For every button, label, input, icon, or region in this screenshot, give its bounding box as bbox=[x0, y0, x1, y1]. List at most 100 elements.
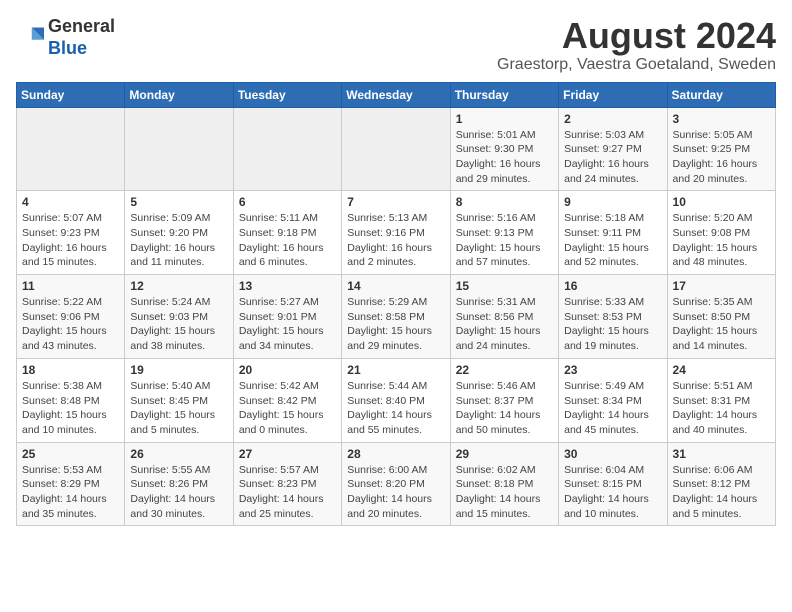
day-cell: 29 Sunrise: 6:02 AMSunset: 8:18 PMDayligh… bbox=[450, 442, 558, 526]
day-cell: 28 Sunrise: 6:00 AMSunset: 8:20 PMDayligh… bbox=[342, 442, 450, 526]
day-cell: 8 Sunrise: 5:16 AMSunset: 9:13 PMDaylight… bbox=[450, 191, 558, 275]
day-number: 9 bbox=[564, 195, 661, 209]
day-info: Sunrise: 5:42 AMSunset: 8:42 PMDaylight:… bbox=[239, 379, 336, 438]
header: General Blue August 2024 Graestorp, Vaes… bbox=[16, 16, 776, 74]
day-info: Sunrise: 5:07 AMSunset: 9:23 PMDaylight:… bbox=[22, 211, 119, 270]
day-cell bbox=[342, 107, 450, 191]
day-info: Sunrise: 5:44 AMSunset: 8:40 PMDaylight:… bbox=[347, 379, 444, 438]
day-cell: 6Sunrise: 5:11 AMSunset: 9:18 PMDaylight… bbox=[233, 191, 341, 275]
weekday-header-row: SundayMondayTuesdayWednesdayThursdayFrid… bbox=[17, 82, 776, 107]
day-info: Sunrise: 5:18 AMSunset: 9:11 PMDaylight:… bbox=[564, 211, 661, 270]
day-cell: 7 Sunrise: 5:13 AMSunset: 9:16 PMDaylight… bbox=[342, 191, 450, 275]
day-info: Sunrise: 5:13 AMSunset: 9:16 PMDaylight:… bbox=[347, 211, 444, 270]
weekday-header-wednesday: Wednesday bbox=[342, 82, 450, 107]
day-cell: 21 Sunrise: 5:44 AMSunset: 8:40 PMDayligh… bbox=[342, 358, 450, 442]
day-cell: 19 Sunrise: 5:40 AMSunset: 8:45 PMDayligh… bbox=[125, 358, 233, 442]
day-cell: 22 Sunrise: 5:46 AMSunset: 8:37 PMDayligh… bbox=[450, 358, 558, 442]
weekday-header-friday: Friday bbox=[559, 82, 667, 107]
day-info: Sunrise: 5:46 AMSunset: 8:37 PMDaylight:… bbox=[456, 379, 553, 438]
day-number: 13 bbox=[239, 279, 336, 293]
day-cell: 9 Sunrise: 5:18 AMSunset: 9:11 PMDaylight… bbox=[559, 191, 667, 275]
day-number: 15 bbox=[456, 279, 553, 293]
day-cell: 18Sunrise: 5:38 AMSunset: 8:48 PMDayligh… bbox=[17, 358, 125, 442]
day-number: 28 bbox=[347, 447, 444, 461]
day-number: 12 bbox=[130, 279, 227, 293]
day-info: Sunrise: 5:20 AMSunset: 9:08 PMDaylight:… bbox=[673, 211, 770, 270]
title-area: August 2024 Graestorp, Vaestra Goetaland… bbox=[497, 16, 776, 74]
weekday-header-tuesday: Tuesday bbox=[233, 82, 341, 107]
day-cell bbox=[17, 107, 125, 191]
day-info: Sunrise: 5:40 AMSunset: 8:45 PMDaylight:… bbox=[130, 379, 227, 438]
day-number: 10 bbox=[673, 195, 770, 209]
day-number: 1 bbox=[456, 112, 553, 126]
logo-icon bbox=[16, 24, 44, 52]
main-title: August 2024 bbox=[497, 16, 776, 56]
day-cell: 15Sunrise: 5:31 AMSunset: 8:56 PMDayligh… bbox=[450, 275, 558, 359]
day-cell: 12 Sunrise: 5:24 AMSunset: 9:03 PMDayligh… bbox=[125, 275, 233, 359]
day-info: Sunrise: 5:09 AMSunset: 9:20 PMDaylight:… bbox=[130, 211, 227, 270]
day-number: 22 bbox=[456, 363, 553, 377]
day-cell bbox=[233, 107, 341, 191]
day-info: Sunrise: 6:06 AMSunset: 8:12 PMDaylight:… bbox=[673, 463, 770, 522]
week-row-5: 25Sunrise: 5:53 AMSunset: 8:29 PMDayligh… bbox=[17, 442, 776, 526]
week-row-2: 4 Sunrise: 5:07 AMSunset: 9:23 PMDaylight… bbox=[17, 191, 776, 275]
day-info: Sunrise: 6:00 AMSunset: 8:20 PMDaylight:… bbox=[347, 463, 444, 522]
day-number: 19 bbox=[130, 363, 227, 377]
day-info: Sunrise: 5:55 AMSunset: 8:26 PMDaylight:… bbox=[130, 463, 227, 522]
day-number: 2 bbox=[564, 112, 661, 126]
day-cell: 16 Sunrise: 5:33 AMSunset: 8:53 PMDayligh… bbox=[559, 275, 667, 359]
day-number: 23 bbox=[564, 363, 661, 377]
day-info: Sunrise: 5:53 AMSunset: 8:29 PMDaylight:… bbox=[22, 463, 119, 522]
day-cell: 1 Sunrise: 5:01 AMSunset: 9:30 PMDaylight… bbox=[450, 107, 558, 191]
weekday-header-thursday: Thursday bbox=[450, 82, 558, 107]
day-number: 18 bbox=[22, 363, 119, 377]
day-number: 14 bbox=[347, 279, 444, 293]
day-cell bbox=[125, 107, 233, 191]
day-number: 7 bbox=[347, 195, 444, 209]
day-number: 16 bbox=[564, 279, 661, 293]
day-number: 21 bbox=[347, 363, 444, 377]
day-info: Sunrise: 5:51 AMSunset: 8:31 PMDaylight:… bbox=[673, 379, 770, 438]
day-cell: 14 Sunrise: 5:29 AMSunset: 8:58 PMDayligh… bbox=[342, 275, 450, 359]
day-cell: 31 Sunrise: 6:06 AMSunset: 8:12 PMDayligh… bbox=[667, 442, 775, 526]
day-number: 4 bbox=[22, 195, 119, 209]
day-info: Sunrise: 5:33 AMSunset: 8:53 PMDaylight:… bbox=[564, 295, 661, 354]
day-cell: 4 Sunrise: 5:07 AMSunset: 9:23 PMDaylight… bbox=[17, 191, 125, 275]
day-cell: 13Sunrise: 5:27 AMSunset: 9:01 PMDayligh… bbox=[233, 275, 341, 359]
day-number: 20 bbox=[239, 363, 336, 377]
day-cell: 10 Sunrise: 5:20 AMSunset: 9:08 PMDayligh… bbox=[667, 191, 775, 275]
day-number: 17 bbox=[673, 279, 770, 293]
weekday-header-sunday: Sunday bbox=[17, 82, 125, 107]
day-info: Sunrise: 5:03 AMSunset: 9:27 PMDaylight:… bbox=[564, 128, 661, 187]
day-cell: 17Sunrise: 5:35 AMSunset: 8:50 PMDayligh… bbox=[667, 275, 775, 359]
day-info: Sunrise: 5:24 AMSunset: 9:03 PMDaylight:… bbox=[130, 295, 227, 354]
calendar: SundayMondayTuesdayWednesdayThursdayFrid… bbox=[16, 82, 776, 527]
subtitle: Graestorp, Vaestra Goetaland, Sweden bbox=[497, 56, 776, 74]
day-info: Sunrise: 5:49 AMSunset: 8:34 PMDaylight:… bbox=[564, 379, 661, 438]
day-number: 30 bbox=[564, 447, 661, 461]
day-info: Sunrise: 6:02 AMSunset: 8:18 PMDaylight:… bbox=[456, 463, 553, 522]
week-row-3: 11Sunrise: 5:22 AMSunset: 9:06 PMDayligh… bbox=[17, 275, 776, 359]
day-info: Sunrise: 5:01 AMSunset: 9:30 PMDaylight:… bbox=[456, 128, 553, 187]
day-number: 31 bbox=[673, 447, 770, 461]
logo-text: General Blue bbox=[48, 16, 115, 59]
day-cell: 11Sunrise: 5:22 AMSunset: 9:06 PMDayligh… bbox=[17, 275, 125, 359]
day-info: Sunrise: 5:16 AMSunset: 9:13 PMDaylight:… bbox=[456, 211, 553, 270]
day-number: 8 bbox=[456, 195, 553, 209]
day-cell: 20 Sunrise: 5:42 AMSunset: 8:42 PMDayligh… bbox=[233, 358, 341, 442]
day-cell: 26 Sunrise: 5:55 AMSunset: 8:26 PMDayligh… bbox=[125, 442, 233, 526]
day-info: Sunrise: 6:04 AMSunset: 8:15 PMDaylight:… bbox=[564, 463, 661, 522]
week-row-1: 1 Sunrise: 5:01 AMSunset: 9:30 PMDaylight… bbox=[17, 107, 776, 191]
day-info: Sunrise: 5:29 AMSunset: 8:58 PMDaylight:… bbox=[347, 295, 444, 354]
day-cell: 25Sunrise: 5:53 AMSunset: 8:29 PMDayligh… bbox=[17, 442, 125, 526]
day-cell: 5Sunrise: 5:09 AMSunset: 9:20 PMDaylight… bbox=[125, 191, 233, 275]
day-cell: 30 Sunrise: 6:04 AMSunset: 8:15 PMDayligh… bbox=[559, 442, 667, 526]
day-info: Sunrise: 5:57 AMSunset: 8:23 PMDaylight:… bbox=[239, 463, 336, 522]
day-number: 26 bbox=[130, 447, 227, 461]
day-number: 24 bbox=[673, 363, 770, 377]
day-info: Sunrise: 5:11 AMSunset: 9:18 PMDaylight:… bbox=[239, 211, 336, 270]
weekday-header-monday: Monday bbox=[125, 82, 233, 107]
day-number: 29 bbox=[456, 447, 553, 461]
day-cell: 23 Sunrise: 5:49 AMSunset: 8:34 PMDayligh… bbox=[559, 358, 667, 442]
day-number: 3 bbox=[673, 112, 770, 126]
